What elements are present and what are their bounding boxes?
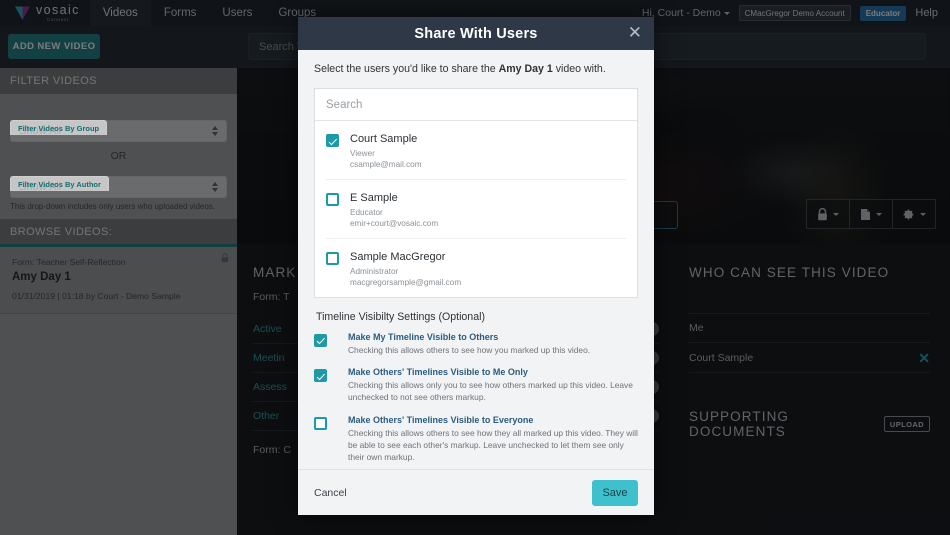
user-checkbox[interactable]	[326, 192, 339, 206]
share-with-users-modal: Share With Users ✕ Select the users you'…	[298, 17, 654, 515]
user-role: Viewer	[350, 148, 375, 158]
filter-by-group-label: Filter Videos By Group	[10, 120, 108, 135]
user-name: Sample MacGregor	[350, 250, 446, 263]
modal-description: Select the users you'd like to share the…	[314, 63, 638, 75]
user-role: Administrator	[350, 266, 399, 276]
timeline-option-checkbox[interactable]	[314, 369, 327, 383]
timeline-option-checkbox[interactable]	[314, 417, 327, 431]
modal-body: Select the users you'd like to share the…	[298, 50, 654, 469]
user-name: E Sample	[350, 191, 398, 204]
timeline-option[interactable]: Make Others' Timelines Visible to Everyo…	[314, 415, 638, 464]
modal-description-suffix: video with.	[552, 63, 606, 75]
timeline-visibility-title: Timeline Visibilty Settings (Optional)	[316, 310, 485, 323]
timeline-option[interactable]: Make Others' Timelines Visible to Me Onl…	[314, 367, 638, 404]
save-button[interactable]: Save	[592, 479, 638, 506]
user-checkbox[interactable]	[326, 251, 339, 265]
user-email: macgregorsample@gmail.com	[350, 277, 462, 287]
timeline-option-label: Make Others' Timelines Visible to Me Onl…	[348, 367, 528, 378]
close-icon[interactable]: ✕	[628, 24, 642, 41]
user-email: emir+court@vosaic.com	[350, 218, 439, 228]
user-list-item[interactable]: Court Sample Viewer csample@mail.com	[326, 121, 626, 180]
user-role: Educator	[350, 207, 383, 217]
modal-footer: Cancel Save	[298, 469, 654, 515]
modal-description-video-name: Amy Day 1	[498, 63, 553, 75]
filter-by-author-label: Filter Videos By Author	[10, 176, 109, 191]
user-email: csample@mail.com	[350, 159, 422, 169]
timeline-option-desc: Checking this allows others to see how y…	[348, 344, 591, 355]
user-search-input[interactable]: Search	[315, 89, 637, 121]
timeline-option-label: Make My Timeline Visible to Others	[348, 331, 499, 342]
user-name: Court Sample	[350, 133, 418, 145]
timeline-option-desc: Checking this allows only you to see how…	[348, 380, 633, 403]
user-list: Court Sample Viewer csample@mail.com E S…	[315, 121, 637, 297]
modal-header: Share With Users ✕	[298, 17, 654, 50]
timeline-option[interactable]: Make My Timeline Visible to Others Check…	[314, 332, 638, 357]
app-root: vosaic Connect Videos Forms Users Groups…	[0, 0, 950, 535]
user-list-item[interactable]: E Sample Educator emir+court@vosaic.com	[326, 180, 626, 239]
user-selection-card: Search Court Sample Viewer csample@mail.…	[314, 88, 638, 298]
modal-title: Share With Users	[414, 25, 538, 42]
user-list-item[interactable]: Sample MacGregor Administrator macgregor…	[326, 239, 626, 297]
modal-description-prefix: Select the users you'd like to share the	[314, 63, 499, 75]
timeline-option-checkbox[interactable]	[314, 333, 327, 347]
timeline-option-desc: Checking this allows others to see how t…	[348, 428, 638, 463]
timeline-option-label: Make Others' Timelines Visible to Everyo…	[348, 415, 534, 426]
user-checkbox[interactable]	[326, 134, 339, 147]
cancel-button[interactable]: Cancel	[314, 487, 347, 499]
